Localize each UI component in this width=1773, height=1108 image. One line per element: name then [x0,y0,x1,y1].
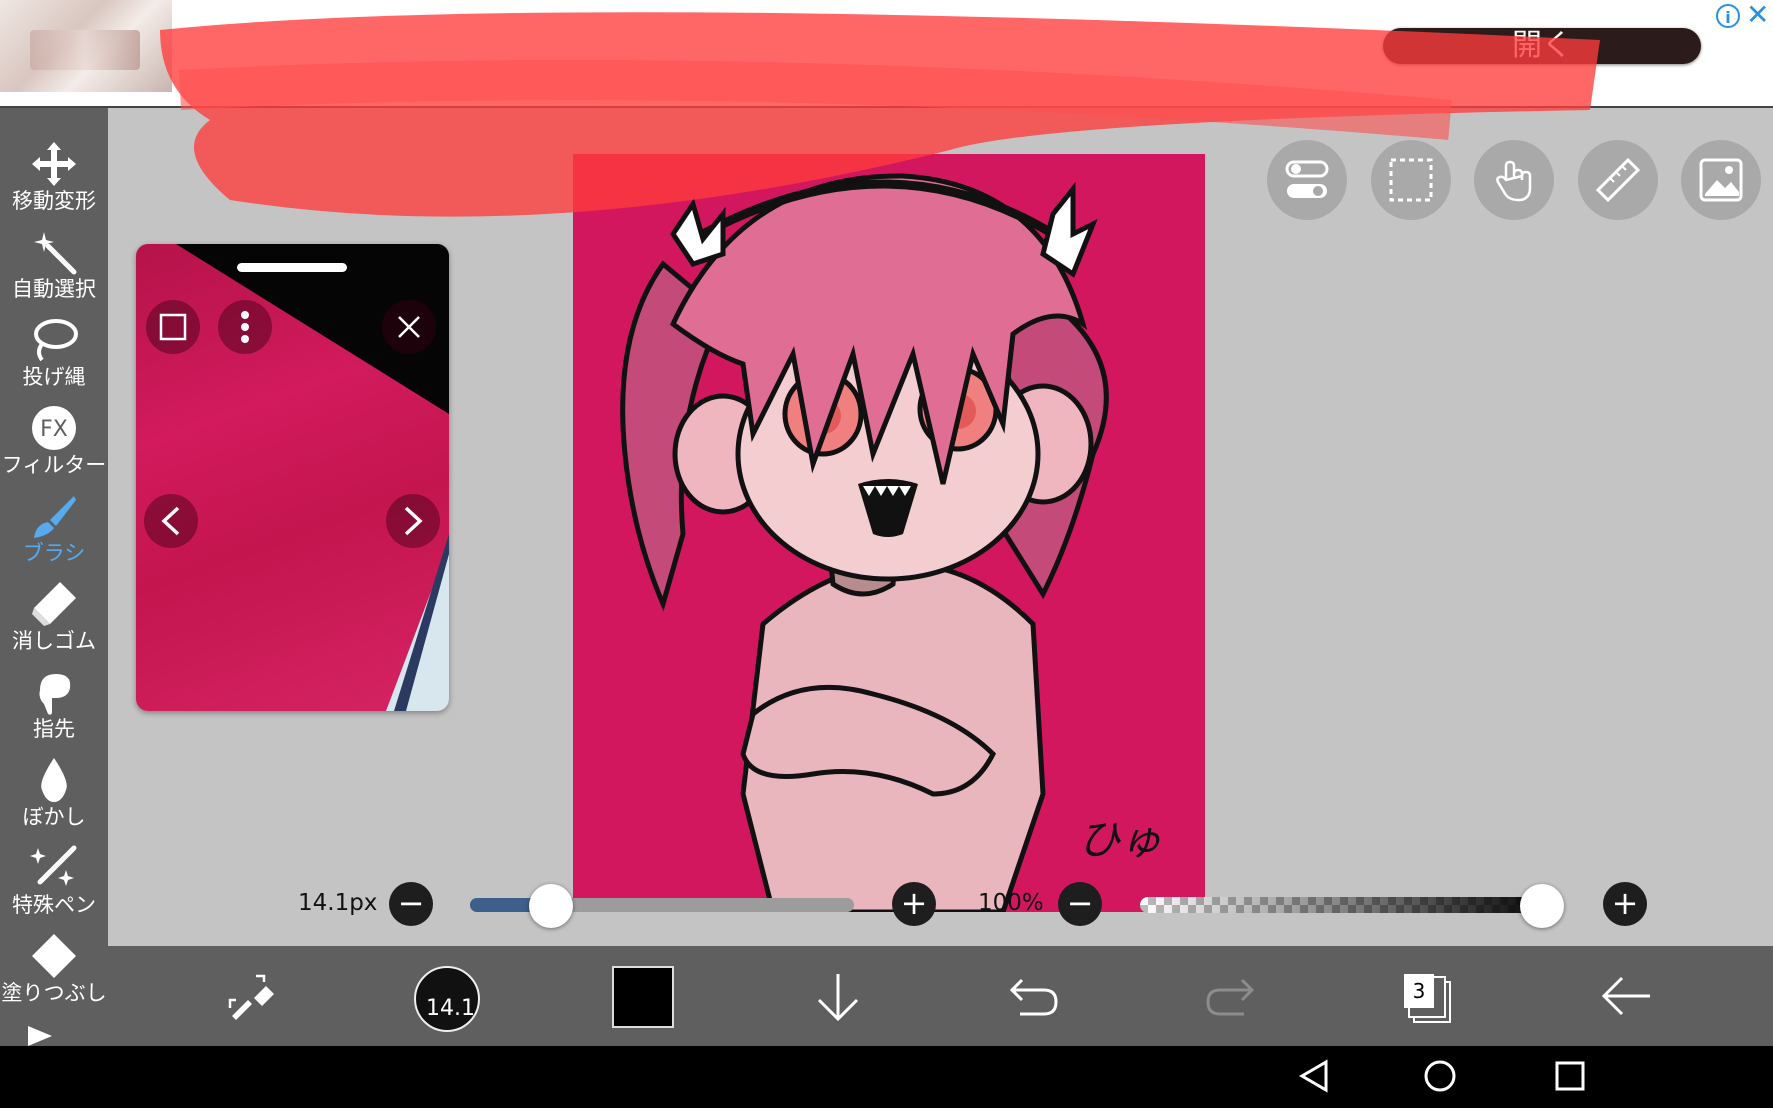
brush-size-slider[interactable] [470,898,854,912]
close-icon [398,316,420,338]
lasso-icon [34,319,78,362]
tool-label: フィルター [1,453,107,477]
undo-icon[interactable] [1010,976,1058,1016]
reference-expand-button[interactable] [146,300,200,354]
svg-text:FX: FX [40,417,68,442]
hand-gesture-icon [1496,160,1532,202]
toggle-icon [1285,160,1329,198]
redo-icon[interactable] [1206,976,1254,1016]
nav-back-icon[interactable] [1296,1058,1332,1094]
brush-opacity-label: 100% [978,890,1044,916]
reference-next-button[interactable] [386,494,440,548]
tool-auto-select[interactable]: 自動選択 [0,224,108,312]
square-icon [159,313,187,341]
tool-blur[interactable]: ぼかし [0,752,108,840]
tool-label: 投げ縄 [22,365,86,389]
reference-close-button[interactable] [382,300,436,354]
tool-label: ブラシ [22,541,86,565]
material-button[interactable] [1681,140,1761,220]
ad-thumbnail[interactable] [0,0,172,92]
system-nav-bar [0,1046,1773,1108]
reference-prev-button[interactable] [144,494,198,548]
bottom-toolbar [108,946,1773,1046]
ruler-icon [1596,158,1640,202]
selection-button[interactable] [1371,140,1451,220]
special-pen-icon [30,845,77,886]
reference-window[interactable] [136,244,449,711]
tool-label: 特殊ペン [12,893,96,917]
opacity-increase-button[interactable]: + [1603,882,1647,926]
size-decrease-button[interactable]: − [389,882,433,926]
tool-label: 塗りつぶし [1,981,107,1005]
fx-filter-icon: FX [32,406,76,450]
color-swatch[interactable] [612,966,674,1028]
tool-fill[interactable]: 塗りつぶし [0,928,108,1016]
ad-divider [0,106,1773,108]
tool-label: 消しゴム [12,629,96,653]
artwork-illustration: ひゅ [620,173,1162,912]
size-increase-button[interactable]: + [892,882,936,926]
brush-size-label: 14.1px [298,890,378,916]
eraser-icon [32,582,76,626]
magic-wand-icon [34,232,77,275]
tool-label: 移動変形 [12,189,96,213]
ad-info-icon[interactable]: i [1716,4,1740,28]
brush-opacity-slider[interactable] [1140,897,1560,913]
brush-size-value: 14.1 [426,996,475,1021]
chevron-left-icon [161,506,180,536]
toggle-settings-button[interactable] [1267,140,1347,220]
reference-menu-button[interactable] [218,300,272,354]
tool-label: 指先 [33,717,75,741]
back-arrow-icon[interactable] [1600,976,1652,1016]
tool-label: 自動選択 [12,277,96,301]
svg-text:ひゅ: ひゅ [1078,815,1162,864]
ad-banner[interactable]: 開く i ✕ [0,0,1773,106]
gesture-button[interactable] [1474,140,1554,220]
tool-special-pen[interactable]: 特殊ペン [0,840,108,928]
drawing-canvas[interactable]: ひゅ [573,154,1205,912]
download-arrow-icon[interactable] [815,972,861,1022]
ruler-button[interactable] [1578,140,1658,220]
ad-open-button[interactable]: 開く [1383,28,1701,64]
opacity-decrease-button[interactable]: − [1058,882,1102,926]
finger-smudge-icon [39,674,71,715]
tool-label: ぼかし [22,805,86,829]
tool-finger[interactable]: 指先 [0,664,108,752]
nav-home-icon[interactable] [1422,1058,1458,1094]
tool-sidebar: 移動変形 自動選択 投げ縄 FX フィルター ブラシ 消しゴム 指先 ぼかし 特… [0,108,108,1046]
reference-drag-handle[interactable] [237,263,347,272]
more-vertical-icon [241,311,249,343]
brush-icon [34,496,76,538]
tool-lasso[interactable]: 投げ縄 [0,312,108,400]
tool-brush[interactable]: ブラシ [0,488,108,576]
image-material-icon [1699,158,1743,202]
ad-close-icon[interactable]: ✕ [1746,0,1769,30]
layer-count: 3 [1404,974,1434,1008]
nav-recents-icon[interactable] [1552,1058,1588,1094]
move-transform-icon [32,142,76,186]
swap-pen-eraser-icon[interactable] [226,972,276,1022]
selection-rect-icon [1389,158,1433,202]
tool-more-icon[interactable] [28,1026,52,1046]
brush-opacity-slider-thumb[interactable] [1520,884,1564,928]
brush-size-indicator[interactable]: 14.1 [414,966,480,1032]
tool-move-transform[interactable]: 移動変形 [0,136,108,224]
blur-drop-icon [41,758,67,802]
chevron-right-icon [404,506,423,536]
fill-bucket-icon [32,934,76,978]
brush-size-slider-thumb[interactable] [529,884,573,928]
tool-eraser[interactable]: 消しゴム [0,576,108,664]
tool-filter[interactable]: FX フィルター [0,400,108,488]
